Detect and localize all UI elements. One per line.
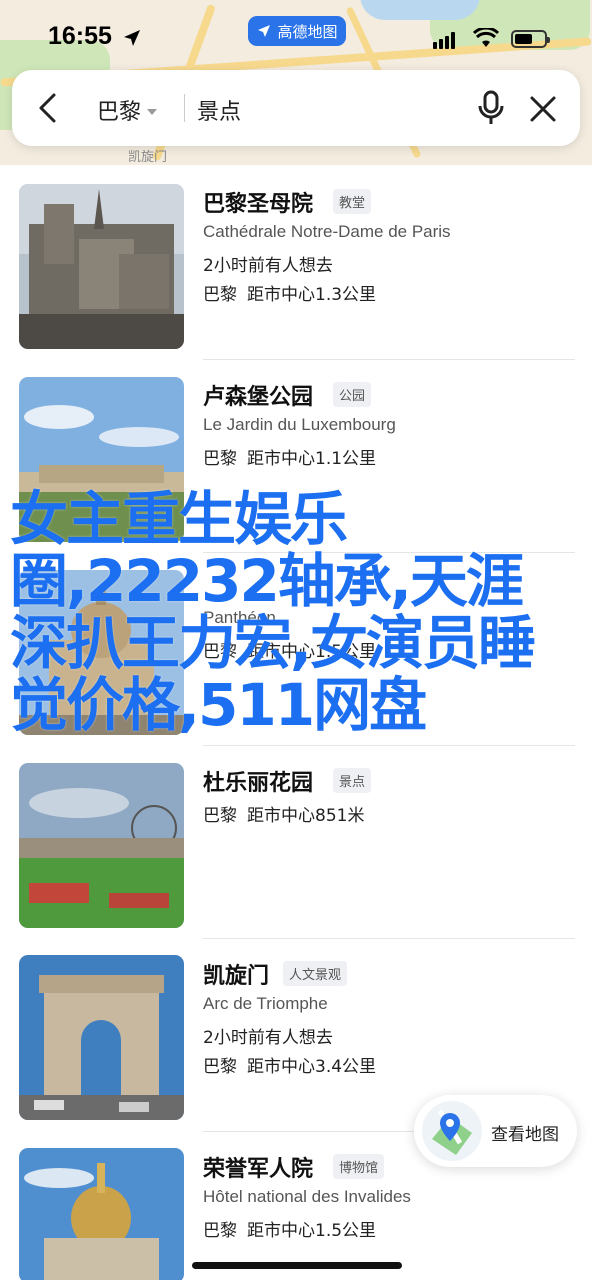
place-city: 巴黎: [203, 285, 237, 305]
home-indicator[interactable]: [192, 1262, 402, 1269]
place-city: 巴黎: [203, 1221, 237, 1241]
app-name: 高德地图: [277, 22, 338, 41]
location-arrow-icon: [124, 30, 140, 46]
place-local-name: Arc de Triomphe: [203, 994, 328, 1013]
status-bar: 16:55 高德地图: [0, 0, 592, 80]
place-location: 巴黎 距市中心851米: [203, 801, 364, 826]
cellular-signal-icon: [433, 30, 457, 49]
view-map-button[interactable]: 查看地图: [414, 1095, 577, 1167]
map-pin-icon: [422, 1101, 482, 1161]
place-city: 巴黎: [203, 1057, 237, 1077]
wifi-icon: [473, 28, 499, 47]
place-location: 巴黎 距市中心1.3公里: [203, 280, 376, 305]
place-location: 巴黎 距市中心1.1公里: [203, 444, 376, 469]
place-tag: 人文景观: [283, 961, 348, 986]
place-recent: 2小时前有人想去: [203, 1028, 333, 1048]
search-divider: [184, 94, 185, 122]
status-time: 16:55: [48, 22, 112, 50]
place-location: 巴黎 距市中心3.4公里: [203, 1052, 376, 1077]
place-local-name: Hôtel national des Invalides: [203, 1187, 411, 1206]
search-input[interactable]: 景点: [197, 94, 241, 126]
battery-fill: [515, 34, 532, 44]
search-bar: 巴黎 景点: [12, 70, 580, 146]
place-distance: 距市中心3.4公里: [247, 1057, 377, 1077]
place-distance: 距市中心1.1公里: [247, 449, 377, 469]
place-tag: 公园: [333, 382, 372, 407]
place-thumbnail: [19, 763, 184, 928]
place-local-name: Le Jardin du Luxembourg: [203, 415, 396, 434]
place-distance: 距市中心851米: [247, 806, 365, 826]
battery-icon: [511, 30, 550, 48]
place-name: 巴黎圣母院: [203, 192, 314, 217]
place-tag: 教堂: [333, 189, 372, 214]
place-thumbnail: [19, 955, 184, 1120]
close-icon[interactable]: [528, 94, 558, 124]
place-location: 巴黎 距市中心1.5公里: [203, 1216, 376, 1241]
microphone-icon[interactable]: [476, 90, 506, 126]
view-map-label: 查看地图: [491, 1125, 559, 1145]
list-item[interactable]: 巴黎圣母院 教堂 Cathédrale Notre-Dame de Paris …: [0, 165, 592, 360]
place-city: 巴黎: [203, 449, 237, 469]
place-tag: 景点: [333, 768, 372, 793]
map-label-arc: 凯旋门: [128, 150, 168, 165]
city-label: 巴黎: [97, 100, 142, 125]
place-city: 巴黎: [203, 806, 237, 826]
place-name: 卢森堡公园: [203, 385, 314, 410]
place-name: 荣誉军人院: [203, 1157, 314, 1182]
overlay-text: 女主重生娱乐圈,22232轴承,天涯深扒王力宏,女演员睡觉价格,511网盘: [10, 485, 536, 739]
back-arrow-icon[interactable]: [34, 92, 64, 124]
place-thumbnail: [19, 1148, 184, 1280]
place-tag: 博物馆: [333, 1154, 385, 1179]
place-name: 杜乐丽花园: [203, 771, 314, 796]
place-thumbnail: [19, 184, 184, 349]
list-item[interactable]: 杜乐丽花园 景点 巴黎 距市中心851米: [0, 744, 592, 939]
city-selector[interactable]: 巴黎: [97, 94, 158, 126]
place-recent: 2小时前有人想去: [203, 256, 333, 276]
navigation-icon: [258, 25, 271, 37]
chevron-down-icon: [147, 109, 158, 115]
place-distance: 距市中心1.5公里: [247, 1221, 377, 1241]
app-indicator[interactable]: 高德地图: [248, 16, 346, 46]
place-name: 凯旋门: [203, 964, 270, 989]
place-local-name: Cathédrale Notre-Dame de Paris: [203, 222, 451, 241]
place-distance: 距市中心1.3公里: [247, 285, 377, 305]
